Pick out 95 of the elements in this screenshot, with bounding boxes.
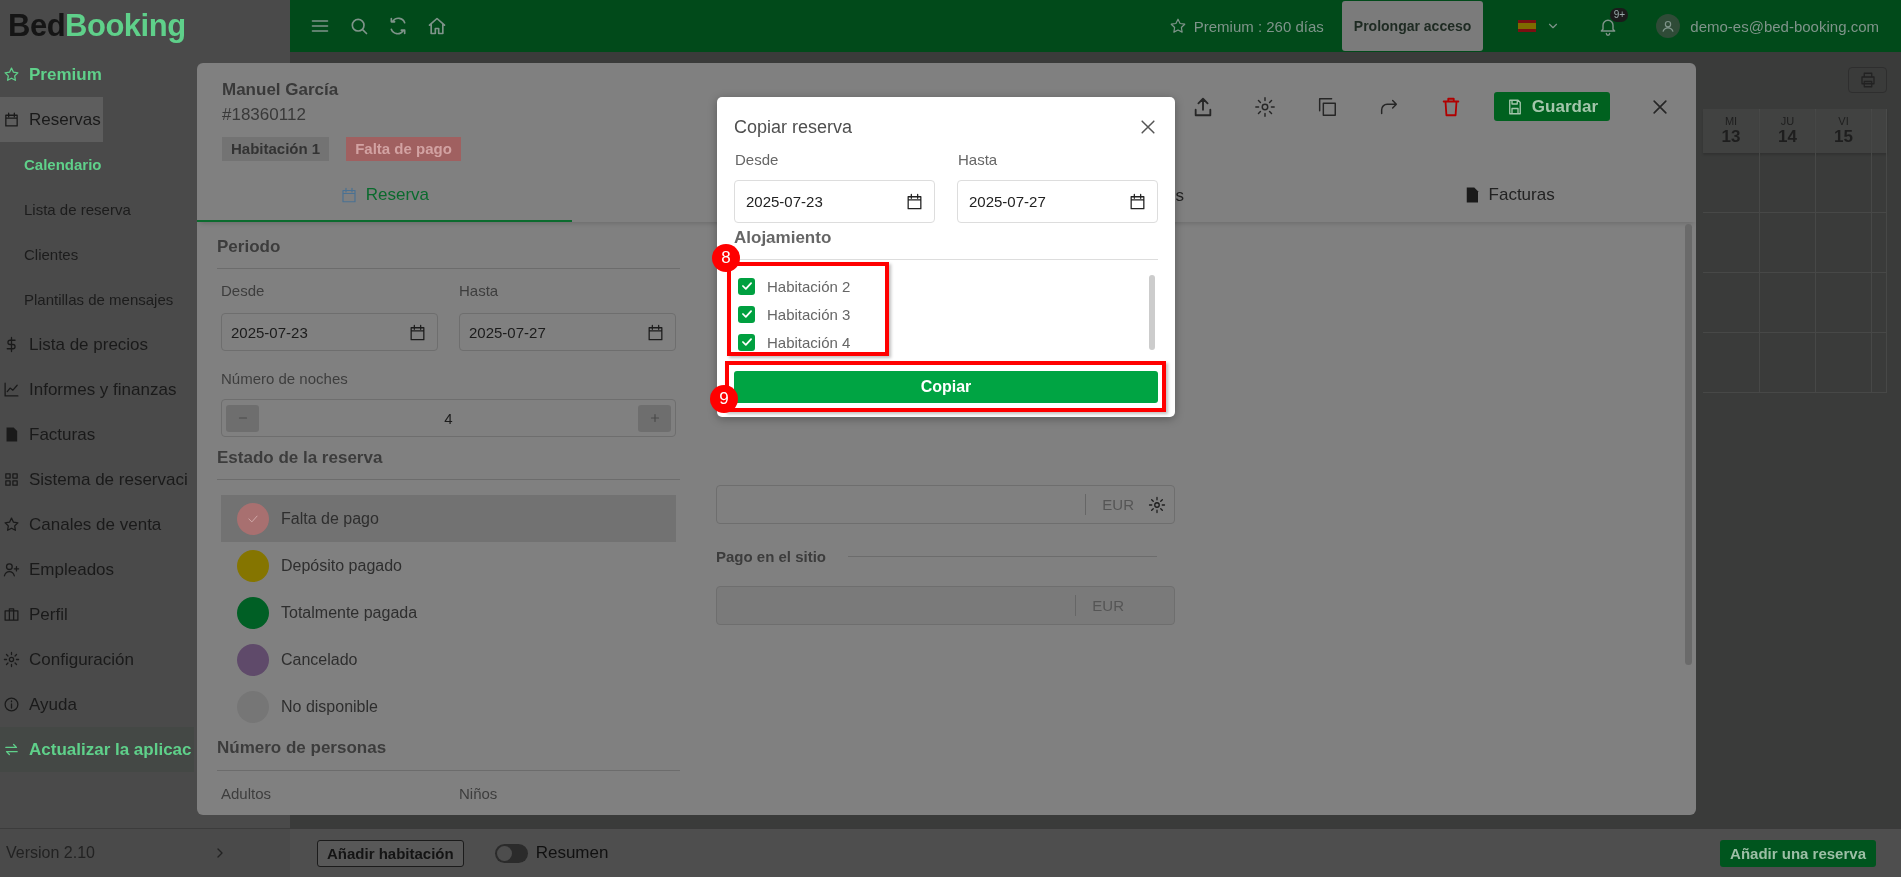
status-label: Cancelado <box>281 650 358 669</box>
premium-status: Premium : 260 días <box>1193 17 1324 35</box>
sidebar-label: Actualizar la aplicac <box>29 739 192 760</box>
date-field[interactable]: 2025-07-27 <box>957 180 1158 223</box>
date-field[interactable]: 2025-07-27 <box>459 313 676 351</box>
grid-icon <box>3 471 20 488</box>
add-room-button[interactable]: Añadir habitación <box>317 839 464 867</box>
increase-button[interactable] <box>638 404 671 432</box>
notification-badge: 9+ <box>1610 8 1629 22</box>
decrease-button[interactable] <box>226 404 259 432</box>
booking-number: #18360112 <box>222 105 307 125</box>
scrollbar-thumb[interactable] <box>1149 275 1155 350</box>
check-icon <box>739 279 754 293</box>
search-icon[interactable] <box>349 16 369 36</box>
section-heading: Pago en el sitio <box>716 547 827 565</box>
date-value: 2025-07-23 <box>231 323 308 341</box>
toggle-label: Resumen <box>535 843 609 863</box>
sidebar-label: Premium <box>29 64 102 85</box>
save-button[interactable]: Guardar <box>1493 92 1610 121</box>
star-icon <box>1168 17 1187 35</box>
status-label: Totalmente pagada <box>281 603 418 622</box>
section-heading: Periodo <box>217 222 680 269</box>
status-label: Falta de pago <box>281 509 379 528</box>
field-label: Desde <box>734 151 780 169</box>
arrows-icon <box>3 741 20 758</box>
checkbox[interactable] <box>738 277 755 295</box>
sidebar-subitem[interactable]: Calendario <box>0 142 104 187</box>
date-field[interactable]: 2025-07-23 <box>221 313 438 351</box>
nights-stepper[interactable]: 4 <box>221 399 676 437</box>
room-option[interactable]: Habitación 2 <box>734 272 1158 300</box>
toggle-switch[interactable] <box>494 843 528 863</box>
calendar-icon <box>339 186 358 204</box>
date-value: 2025-07-27 <box>469 323 546 341</box>
calendar-icon[interactable] <box>1128 192 1147 211</box>
flag-icon[interactable] <box>1518 20 1537 32</box>
guest-name: Manuel García <box>222 80 340 100</box>
briefcase-icon <box>3 606 20 623</box>
add-booking-button[interactable]: Añadir una reserva <box>1720 839 1876 867</box>
nights-value: 4 <box>443 409 454 427</box>
avatar[interactable] <box>1656 14 1681 38</box>
status-label: Depósito pagado <box>281 556 402 575</box>
user-plus-icon <box>3 561 20 578</box>
room-label: Habitación 3 <box>767 305 851 323</box>
room-option[interactable]: Habitación 4 <box>734 328 1158 353</box>
user-email[interactable]: demo-es@bed-booking.com <box>1690 17 1879 35</box>
sidebar-label: Reservas <box>29 109 101 130</box>
check-icon <box>739 307 754 321</box>
extend-access-button[interactable]: Prolongar acceso <box>1341 1 1484 51</box>
section-heading: Estado de la reserva <box>217 437 680 480</box>
calendar-cell[interactable] <box>1872 153 1887 213</box>
print-button[interactable] <box>1848 67 1887 93</box>
room-tag: Habitación 1 <box>222 137 330 161</box>
date-value: 2025-07-27 <box>969 193 1046 210</box>
calendar-icon[interactable] <box>905 192 924 211</box>
settings-icon <box>3 651 20 668</box>
tab[interactable]: Facturas <box>1321 170 1696 222</box>
date-value: 2025-07-23 <box>746 193 823 210</box>
status-option[interactable]: Depósito pagado <box>221 542 676 589</box>
room-label: Habitación 2 <box>767 277 851 295</box>
star-icon <box>3 66 20 83</box>
checkbox[interactable] <box>738 333 755 351</box>
calendar-icon <box>3 111 20 128</box>
field-label: Adultos <box>221 784 273 804</box>
status-option[interactable]: Falta de pago <box>221 495 676 542</box>
room-option[interactable]: Habitación 3 <box>734 300 1158 328</box>
refresh-icon[interactable] <box>388 16 408 36</box>
room-label: Habitación 4 <box>767 333 851 351</box>
copy-button[interactable]: Copiar <box>734 371 1158 403</box>
home-icon[interactable] <box>427 16 447 36</box>
tab[interactable]: s <box>1175 170 1184 222</box>
section-heading: Número de personas <box>217 730 680 771</box>
field-label: Desde <box>221 281 266 301</box>
sidebar-item[interactable]: Premium <box>0 52 104 97</box>
check-icon <box>739 335 754 349</box>
step-badge: 8 <box>712 244 740 272</box>
status-option[interactable]: Cancelado <box>221 636 676 683</box>
status-option[interactable]: Totalmente pagada <box>221 589 676 636</box>
settings-icon[interactable] <box>1148 495 1166 514</box>
field-label: Hasta <box>459 281 500 301</box>
sidebar-item[interactable]: Reservas <box>0 97 103 142</box>
date-field[interactable]: 2025-07-23 <box>734 180 935 223</box>
field-label: Hasta <box>957 151 999 169</box>
field-label: Niños <box>459 784 499 804</box>
sidebar-item[interactable]: Actualizar la aplicac <box>0 727 194 772</box>
settings-icon[interactable] <box>1253 95 1276 118</box>
printer-icon <box>1858 71 1877 89</box>
status-option[interactable]: No disponible <box>221 683 676 730</box>
dialog-title: Copiar reserva <box>734 116 853 138</box>
star-icon <box>3 516 20 533</box>
info-icon <box>3 696 20 713</box>
status-tag: Falta de pago <box>346 137 461 161</box>
checkbox[interactable] <box>738 305 755 323</box>
field-label: Número de noches <box>220 369 349 389</box>
status-label: No disponible <box>281 697 378 716</box>
chart-icon <box>3 381 20 398</box>
